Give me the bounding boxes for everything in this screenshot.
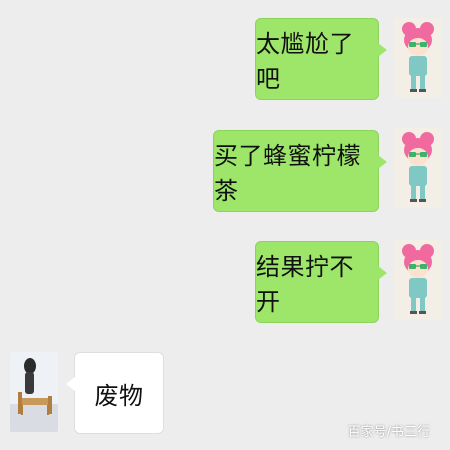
message-row-outgoing: 太尴尬了吧 — [0, 0, 450, 110]
contact-avatar-icon[interactable] — [10, 352, 58, 432]
chat-bubble-incoming[interactable]: 废物 — [66, 352, 164, 434]
bubble-tail — [378, 43, 387, 57]
self-avatar-icon[interactable] — [394, 18, 442, 98]
message-text: 太尴尬了吧 — [256, 30, 354, 93]
message-row-outgoing: 结果拧不开 — [0, 220, 450, 330]
chat-conversation: 太尴尬了吧 买了蜂蜜柠檬茶 结果拧不开 废物 百家号/书三行 — [0, 0, 450, 450]
chat-bubble-outgoing[interactable]: 太尴尬了吧 — [255, 18, 387, 100]
message-text: 买了蜂蜜柠檬茶 — [214, 142, 361, 205]
message-row-outgoing: 买了蜂蜜柠檬茶 — [0, 110, 450, 220]
chat-bubble-outgoing[interactable]: 结果拧不开 — [255, 241, 387, 323]
bubble-tail — [66, 377, 75, 391]
watermark-text: 百家号/书三行 — [347, 425, 430, 440]
bubble-tail — [378, 155, 387, 169]
message-text: 废物 — [94, 381, 144, 410]
chat-bubble-outgoing[interactable]: 买了蜂蜜柠檬茶 — [213, 130, 387, 212]
bubble-tail — [378, 266, 387, 280]
self-avatar-icon[interactable] — [394, 128, 442, 208]
self-avatar-icon[interactable] — [394, 240, 442, 320]
message-text: 结果拧不开 — [256, 253, 354, 316]
